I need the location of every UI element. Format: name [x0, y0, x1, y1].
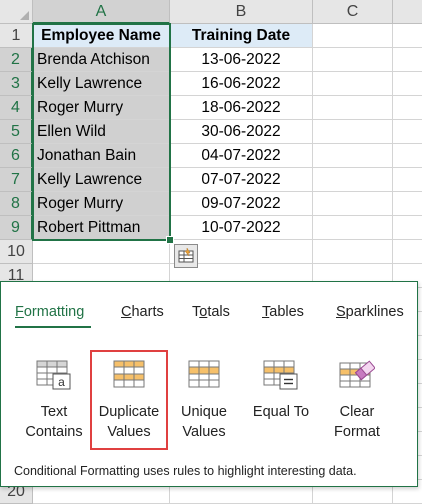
select-all-triangle-icon: [20, 11, 29, 20]
unique-values-icon: [188, 360, 220, 388]
column-header-a[interactable]: A: [33, 0, 170, 24]
quick-analysis-panel: Formatting Charts Totals Tables Sparklin…: [0, 281, 418, 487]
panel-description: Conditional Formatting uses rules to hig…: [14, 464, 357, 478]
empty-cell[interactable]: [313, 168, 393, 192]
tab-charts[interactable]: Charts: [121, 304, 164, 320]
training-date-cell[interactable]: 10-07-2022: [170, 216, 313, 240]
row-header-2[interactable]: 2: [0, 48, 33, 72]
row-header-7[interactable]: 7: [0, 168, 33, 192]
empty-cell[interactable]: [393, 168, 422, 192]
empty-cell[interactable]: [393, 96, 422, 120]
duplicate-values-icon: [113, 360, 145, 388]
text-contains-button[interactable]: a Text Contains: [18, 358, 90, 444]
empty-cell[interactable]: [313, 96, 393, 120]
empty-cell[interactable]: [313, 240, 393, 264]
training-date-cell[interactable]: 07-07-2022: [170, 168, 313, 192]
empty-cell[interactable]: [313, 120, 393, 144]
training-date-cell[interactable]: 04-07-2022: [170, 144, 313, 168]
training-date-cell[interactable]: 30-06-2022: [170, 120, 313, 144]
empty-cell[interactable]: [393, 120, 422, 144]
employee-name-cell[interactable]: Jonathan Bain: [33, 144, 170, 168]
fill-handle[interactable]: [166, 236, 174, 244]
clear-format-icon: [339, 360, 375, 388]
employee-name-cell[interactable]: Robert Pittman: [33, 216, 170, 240]
unique-values-button[interactable]: Unique Values: [168, 358, 240, 444]
empty-cell[interactable]: [313, 48, 393, 72]
employee-name-cell[interactable]: Roger Murry: [33, 96, 170, 120]
column-header-c[interactable]: C: [313, 0, 393, 24]
header-cell-training-date[interactable]: Training Date: [170, 24, 313, 48]
employee-name-cell[interactable]: Kelly Lawrence: [33, 72, 170, 96]
empty-cell[interactable]: [393, 240, 422, 264]
tab-totals[interactable]: Totals: [192, 304, 230, 320]
svg-text:a: a: [58, 375, 65, 389]
empty-cell[interactable]: [313, 216, 393, 240]
empty-cell[interactable]: [313, 144, 393, 168]
empty-cell[interactable]: [33, 240, 170, 264]
equal-to-label: Equal To: [252, 404, 310, 420]
tab-formatting[interactable]: Formatting: [15, 304, 84, 320]
tab-tables[interactable]: Tables: [262, 304, 304, 320]
employee-name-cell[interactable]: Kelly Lawrence: [33, 168, 170, 192]
empty-cell[interactable]: [393, 192, 422, 216]
empty-cell[interactable]: [393, 144, 422, 168]
text-contains-label: Text Contains: [25, 404, 83, 440]
quick-analysis-icon: [178, 247, 194, 263]
text-contains-icon: a: [36, 360, 71, 390]
unique-values-label: Unique Values: [181, 404, 227, 440]
empty-cell[interactable]: [393, 48, 422, 72]
row-header-10[interactable]: 10: [0, 240, 33, 264]
duplicate-values-label: Duplicate Values: [98, 404, 160, 440]
row-header-6[interactable]: 6: [0, 144, 33, 168]
employee-name-cell[interactable]: Roger Murry: [33, 192, 170, 216]
quick-analysis-button[interactable]: [174, 244, 198, 268]
row-header-4[interactable]: 4: [0, 96, 33, 120]
select-all-button[interactable]: [0, 0, 33, 24]
empty-cell[interactable]: [313, 192, 393, 216]
row-header-9[interactable]: 9: [0, 216, 33, 240]
employee-name-cell[interactable]: Brenda Atchison: [33, 48, 170, 72]
column-header-d[interactable]: [393, 0, 422, 24]
clear-format-label: Clear Format: [334, 404, 380, 440]
column-header-b[interactable]: B: [170, 0, 313, 24]
training-date-cell[interactable]: 16-06-2022: [170, 72, 313, 96]
active-tab-indicator: [15, 326, 91, 328]
row-header-1[interactable]: 1: [0, 24, 33, 48]
header-cell-employee-name[interactable]: Employee Name: [33, 24, 170, 48]
equal-to-icon: [263, 360, 298, 390]
employee-name-cell[interactable]: Ellen Wild: [33, 120, 170, 144]
empty-cell[interactable]: [313, 24, 393, 48]
row-header-3[interactable]: 3: [0, 72, 33, 96]
training-date-cell[interactable]: 18-06-2022: [170, 96, 313, 120]
tab-sparklines[interactable]: Sparklines: [336, 304, 404, 320]
training-date-cell[interactable]: 13-06-2022: [170, 48, 313, 72]
empty-cell[interactable]: [393, 72, 422, 96]
empty-cell[interactable]: [313, 72, 393, 96]
duplicate-values-button[interactable]: Duplicate Values: [90, 350, 168, 450]
training-date-cell[interactable]: 09-07-2022: [170, 192, 313, 216]
clear-format-button[interactable]: Clear Format: [321, 358, 393, 444]
empty-cell[interactable]: [393, 216, 422, 240]
row-header-5[interactable]: 5: [0, 120, 33, 144]
row-header-8[interactable]: 8: [0, 192, 33, 216]
equal-to-button[interactable]: Equal To: [245, 358, 317, 444]
empty-cell[interactable]: [393, 24, 422, 48]
